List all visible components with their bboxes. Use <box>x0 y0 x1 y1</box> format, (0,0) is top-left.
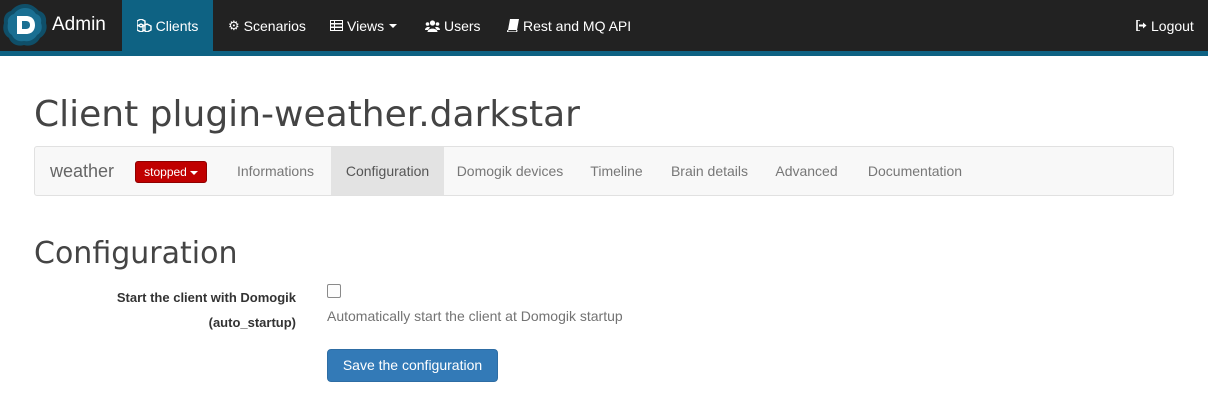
field-label-text: Start the client with Domogik <box>116 290 296 305</box>
tab-advanced[interactable]: Advanced <box>762 147 851 195</box>
list-icon <box>330 20 343 31</box>
nav-clients[interactable]: Clients <box>122 0 213 51</box>
nav-rest-api[interactable]: Rest and MQ API <box>507 0 631 51</box>
field-label-auto-startup: Start the client with Domogik (auto_star… <box>60 287 296 334</box>
tab-label: Configuration <box>345 163 430 179</box>
client-subnav: weather stopped Informations Configurati… <box>34 146 1174 196</box>
brand-title: Admin <box>52 14 106 35</box>
field-label-key: (auto_startup) <box>208 315 296 330</box>
save-configuration-button[interactable]: Save the configuration <box>327 349 498 382</box>
brand[interactable]: Admin <box>0 0 122 51</box>
nav-scenarios-label: Scenarios <box>243 17 306 34</box>
logout-label: Logout <box>1151 17 1194 34</box>
logout-icon <box>1136 20 1147 31</box>
page-title: Client plugin-weather.darkstar <box>34 94 580 135</box>
tab-configuration[interactable]: Configuration <box>331 147 444 195</box>
field-help-text: Automatically start the client at Domogi… <box>327 308 623 324</box>
auto-startup-checkbox[interactable] <box>327 284 341 298</box>
users-icon <box>425 19 440 32</box>
tab-label: Documentation <box>867 163 963 179</box>
tab-label: Timeline <box>590 163 643 179</box>
client-name: weather <box>50 161 115 181</box>
nav-rest-api-label: Rest and MQ API <box>523 17 632 34</box>
tab-documentation[interactable]: Documentation <box>851 147 979 195</box>
gear-icon: ⚙ <box>228 17 240 33</box>
status-label: stopped <box>144 165 187 179</box>
domogik-logo-icon <box>3 4 47 46</box>
nav-scenarios[interactable]: ⚙ Scenarios <box>228 0 306 51</box>
cubes-icon <box>136 19 152 32</box>
book-icon <box>507 19 519 32</box>
chevron-down-icon <box>189 170 198 175</box>
tab-informations[interactable]: Informations <box>222 147 329 195</box>
nav-views[interactable]: Views <box>330 0 398 51</box>
tab-label: Brain details <box>670 163 749 179</box>
nav-users[interactable]: Users <box>425 0 481 51</box>
nav-users-label: Users <box>444 17 481 34</box>
section-title: Configuration <box>34 236 238 271</box>
nav-views-label: Views <box>347 17 385 34</box>
tab-domogik-devices[interactable]: Domogik devices <box>444 147 576 195</box>
tab-brain-details[interactable]: Brain details <box>657 147 762 195</box>
nav-clients-label: Clients <box>155 17 199 34</box>
logout-link[interactable]: Logout <box>1135 0 1194 51</box>
status-badge[interactable]: stopped <box>135 161 207 183</box>
chevron-down-icon <box>389 23 398 28</box>
tab-label: Domogik devices <box>456 163 564 179</box>
tab-timeline[interactable]: Timeline <box>576 147 657 195</box>
tab-label: Informations <box>236 163 315 179</box>
top-navbar: Admin Clients ⚙ Scenarios Views Users Re… <box>0 0 1208 56</box>
tab-label: Advanced <box>775 163 838 179</box>
